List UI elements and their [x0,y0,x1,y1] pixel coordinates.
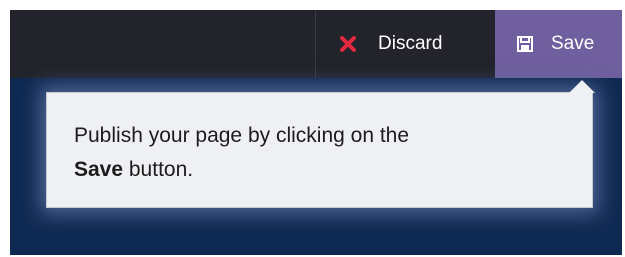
close-icon [338,34,358,54]
tooltip-bold-save: Save [74,158,124,181]
editor-frame: Discard Save Publish your page by clicki… [10,10,622,255]
floppy-disk-icon [515,34,535,54]
discard-button[interactable]: Discard [315,10,495,78]
publish-tooltip: Publish your page by clicking on the Sav… [46,80,595,208]
top-toolbar: Discard Save [10,10,622,78]
tooltip-text-after: button. [123,158,194,181]
tooltip-message: Publish your page by clicking on the Sav… [74,119,574,187]
save-button[interactable]: Save [495,10,622,78]
tooltip-text-before: Publish your page by clicking on the [74,124,410,147]
discard-label: Discard [378,33,443,54]
tooltip-arrow [569,80,595,93]
save-label: Save [551,33,595,54]
